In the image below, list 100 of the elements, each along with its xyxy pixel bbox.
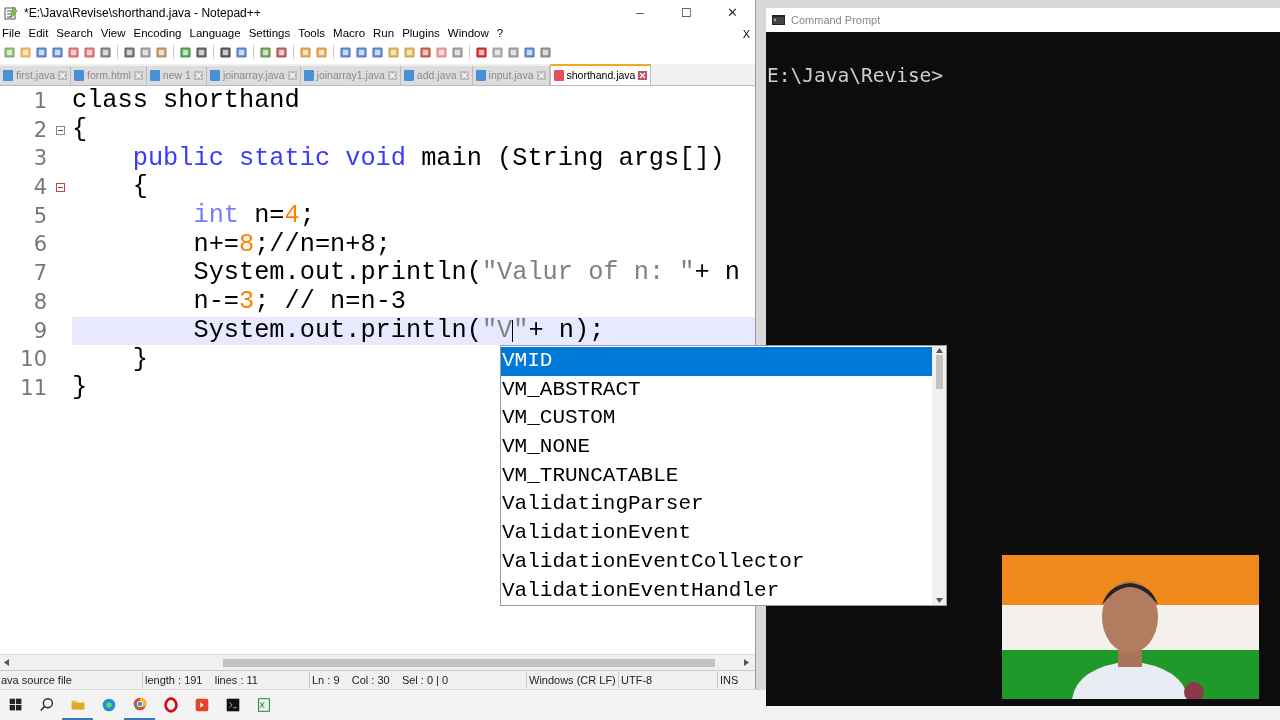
line-number: 2 — [32, 116, 48, 144]
fold-marker-icon[interactable] — [55, 182, 65, 192]
menu-item[interactable]: Settings — [244, 25, 295, 43]
code-text: System.out.println( — [192, 316, 482, 345]
tab-label: shorthand.java — [566, 67, 636, 83]
code-text: + n); — [528, 316, 605, 345]
menu-item[interactable]: Run — [369, 25, 399, 43]
code-text: " — [513, 316, 529, 345]
code-text: 8 — [239, 230, 255, 259]
code-text: { — [72, 116, 88, 145]
status-text: length : 191 lines : 11 — [143, 671, 310, 689]
status-text: Windows (CR LF) — [527, 671, 619, 689]
code-text: n+= — [192, 230, 239, 259]
line-number: 9 — [32, 317, 48, 345]
menu-item[interactable]: Tools — [294, 25, 330, 43]
code-text: { — [131, 173, 148, 202]
code-text: + n — [694, 259, 740, 288]
tab-label: add.java — [416, 67, 457, 83]
status-text: INS — [719, 672, 740, 688]
code-text: class shorthand — [72, 87, 300, 116]
autocomplete-item[interactable]: ValidationEventCollector — [501, 547, 932, 577]
tab-label: new 1 — [162, 67, 191, 83]
scroll-down-arrow[interactable] — [935, 598, 943, 603]
code-text: ;//n=n+8; — [254, 230, 391, 259]
file-icon — [403, 70, 414, 81]
code-text: public static void — [131, 144, 406, 173]
line-number: 11 — [19, 374, 48, 402]
code-text: System.out.println( — [192, 259, 482, 288]
maximize-button[interactable]: ☐ — [663, 0, 709, 26]
menu-item[interactable]: Window — [443, 25, 493, 43]
status-text: UTF-8 — [619, 671, 718, 689]
code-text: n= — [253, 202, 285, 231]
file-icon — [74, 70, 85, 81]
scroll-left-arrow[interactable] — [4, 659, 9, 666]
autocomplete-item[interactable]: VMID — [501, 347, 932, 376]
autocomplete-item[interactable]: VM_TRUNCATABLE — [501, 461, 932, 491]
code-text: main (String args[]) — [420, 144, 725, 173]
menu-item[interactable]: Encoding — [129, 25, 186, 43]
menu-item[interactable]: Edit — [24, 25, 53, 43]
minimize-button[interactable]: ─ — [617, 0, 663, 26]
status-text: Ln : 9 Col : 30 Sel : 0 | 0 — [310, 671, 527, 689]
file-icon — [149, 70, 160, 81]
file-icon — [553, 70, 564, 81]
close-tab-icon[interactable] — [133, 71, 143, 80]
code-text: ; — [299, 202, 315, 231]
autocomplete-item[interactable]: VM_CUSTOM — [501, 404, 932, 434]
menu-item[interactable]: View — [96, 25, 130, 43]
browser-icon[interactable] — [161, 696, 180, 714]
tab-label: first.java — [16, 67, 56, 83]
close-tab-icon[interactable] — [58, 71, 68, 80]
window-title: Command Prompt — [791, 12, 881, 28]
menu-item[interactable]: Plugins — [398, 25, 444, 43]
close-tab-icon[interactable] — [193, 71, 203, 80]
code-text: 4 — [284, 202, 300, 231]
scrollbar-thumb[interactable] — [935, 355, 943, 389]
code-text: "V — [481, 316, 513, 345]
autocomplete-item[interactable]: ValidationEventHandler — [501, 576, 932, 606]
autocomplete-item[interactable]: ValidatingParser — [501, 490, 932, 520]
line-number: 6 — [32, 231, 48, 259]
line-number: 5 — [32, 202, 48, 230]
line-number: 10 — [19, 346, 48, 374]
autocomplete-item[interactable]: ValidationEvent — [501, 519, 932, 548]
close-tab-icon[interactable] — [459, 71, 469, 80]
file-icon — [475, 70, 486, 81]
fold-marker-icon[interactable] — [55, 125, 65, 135]
line-number: 8 — [32, 288, 48, 316]
menu-item[interactable]: Search — [52, 25, 97, 43]
menu-item[interactable]: Macro — [329, 25, 370, 43]
notepad-icon — [4, 6, 18, 20]
autocomplete-item[interactable]: VM_ABSTRACT — [501, 375, 932, 405]
autocomplete-item[interactable]: VM_NONE — [501, 433, 932, 462]
menu-item[interactable]: ? — [492, 25, 508, 43]
code-text: } — [72, 374, 88, 403]
line-number: 3 — [32, 145, 48, 173]
tab-label: joinarray1.java — [316, 67, 385, 83]
file-icon — [3, 70, 13, 81]
tab-label: form.html — [87, 67, 131, 83]
code-text: "Valur of n: " — [481, 259, 695, 288]
close-button[interactable]: ✕ — [709, 0, 755, 26]
code-text: } — [131, 345, 148, 374]
code-text: ; // n=n-3 — [254, 288, 406, 317]
line-number: 4 — [32, 174, 48, 202]
menu-item[interactable]: File — [0, 25, 25, 43]
tab[interactable]: shorthand.java — [549, 64, 652, 85]
close-tab-icon[interactable] — [287, 71, 297, 80]
close-tab-icon[interactable] — [387, 71, 397, 80]
file-icon — [303, 70, 314, 81]
scrollbar-thumb[interactable] — [223, 658, 715, 667]
status-text: ava source file — [0, 671, 143, 689]
tab-label: input.java — [488, 67, 534, 83]
menu-item[interactable]: Language — [185, 25, 245, 43]
scroll-up-arrow[interactable] — [935, 348, 943, 353]
scroll-right-arrow[interactable] — [744, 659, 749, 666]
text-caret — [512, 319, 514, 342]
file-icon — [209, 70, 220, 81]
close-tab-icon[interactable] — [536, 71, 546, 80]
tab-label: joinarray.java — [222, 67, 285, 83]
close-tab-icon[interactable] — [638, 71, 648, 80]
close-document-button[interactable]: X — [742, 25, 750, 43]
terminal-icon — [772, 15, 785, 25]
